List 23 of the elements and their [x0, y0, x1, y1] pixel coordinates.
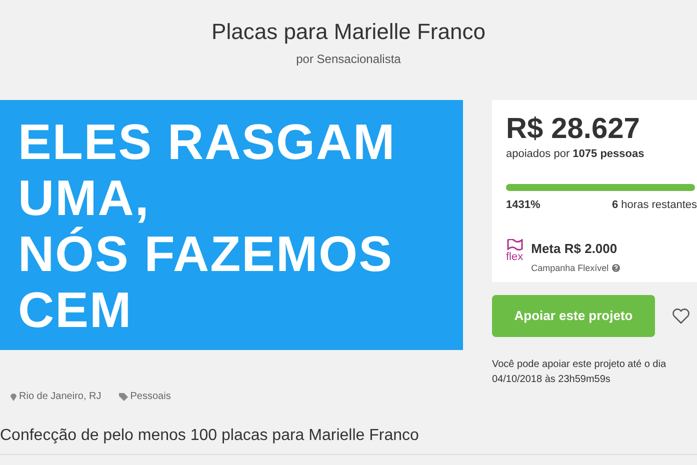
support-button[interactable]: Apoiar este projeto	[492, 295, 655, 337]
backers-text: apoiados por 1075 pessoas	[506, 147, 644, 162]
goal-amount: Meta R$ 2.000	[531, 240, 618, 258]
category-text: Pessoais	[130, 390, 171, 404]
banner-text: UMA,	[18, 170, 150, 226]
flex-label: flex	[506, 251, 524, 263]
heart-icon[interactable]	[672, 308, 690, 324]
amount-raised: R$ 28.627	[506, 112, 640, 146]
location-pin-icon	[10, 392, 17, 401]
banner-text: NÓS FAZEMOS	[18, 226, 393, 282]
banner-text: CEM	[18, 282, 132, 338]
project-title: Placas para Marielle Franco	[212, 18, 486, 46]
deadline-text: Você pode apoiar este projeto até o dia 04/10/2018 às 23h59m59s	[492, 358, 668, 387]
time-remaining: 6 horas restantes	[612, 198, 697, 212]
funded-percent: 1431%	[506, 198, 540, 212]
campaign-type: Campanha Flexível	[531, 262, 609, 275]
author-line: por Sensacionalista	[296, 51, 401, 68]
location-text: Rio de Janeiro, RJ	[19, 390, 102, 404]
flag-icon	[506, 239, 523, 251]
help-icon[interactable]	[612, 264, 620, 272]
tag-icon	[119, 392, 128, 400]
project-subtitle: Confecção de pelo menos 100 placas para Marielle Franco	[0, 424, 697, 455]
banner-text: ELES RASGAM	[18, 114, 396, 170]
